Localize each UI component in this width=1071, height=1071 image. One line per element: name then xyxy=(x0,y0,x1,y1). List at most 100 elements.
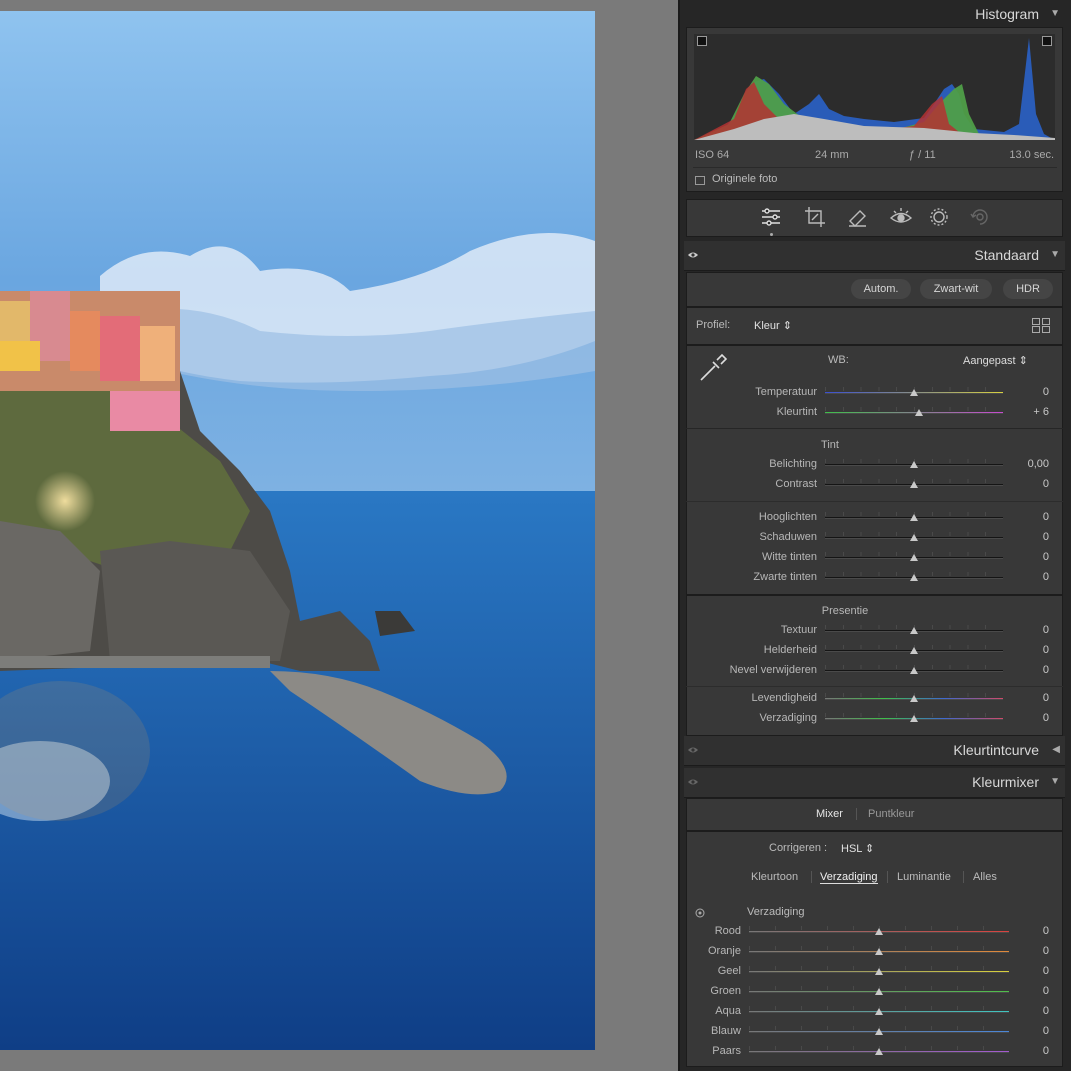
saturation-value[interactable]: 0 xyxy=(1009,712,1049,724)
target-adjust-icon[interactable] xyxy=(695,908,705,918)
texture-label: Textuur xyxy=(780,624,817,636)
highlights-label: Hooglichten xyxy=(758,511,817,523)
exposure-label: Belichting xyxy=(769,458,817,470)
expand-triangle-icon[interactable]: ◀ xyxy=(1052,744,1060,755)
subtab-saturation[interactable]: Verzadiging xyxy=(820,871,878,884)
tone-title: Tint xyxy=(821,439,839,451)
temperature-value[interactable]: 0 xyxy=(1009,386,1049,398)
tint-ticks xyxy=(825,407,1003,411)
masking-icon[interactable] xyxy=(927,205,951,229)
histogram-header[interactable]: Histogram ▼ xyxy=(684,0,1065,30)
wb-value: Aangepast xyxy=(963,355,1016,367)
eyedropper-icon[interactable] xyxy=(697,352,729,384)
tone-curve-header[interactable]: Kleurtintcurve ◀ xyxy=(684,736,1065,766)
redeye-icon[interactable] xyxy=(889,205,913,229)
vibrance-label: Levendigheid xyxy=(751,692,817,704)
mixer-groen-thumb[interactable] xyxy=(875,988,883,995)
mixer-rood-thumb[interactable] xyxy=(875,928,883,935)
temperature-thumb[interactable] xyxy=(910,389,918,396)
whites-value[interactable]: 0 xyxy=(1009,551,1049,563)
subtab-luminance[interactable]: Luminantie xyxy=(897,871,951,883)
mixer-blauw-value[interactable]: 0 xyxy=(1009,1025,1049,1037)
wb-select[interactable]: Aangepast ⇕ xyxy=(963,354,1028,367)
exposure-thumb[interactable] xyxy=(910,461,918,468)
mixer-aqua-value[interactable]: 0 xyxy=(1009,1005,1049,1017)
mixer-blauw-thumb[interactable] xyxy=(875,1028,883,1035)
dehaze-value[interactable]: 0 xyxy=(1009,664,1049,676)
tab-point-color[interactable]: Puntkleur xyxy=(868,808,914,820)
mixer-mode-bar: Mixer Puntkleur xyxy=(686,798,1063,831)
auto-button[interactable]: Autom. xyxy=(851,279,911,299)
mixer-oranje-value[interactable]: 0 xyxy=(1009,945,1049,957)
saturation-thumb[interactable] xyxy=(910,715,918,722)
tool-strip xyxy=(686,199,1063,237)
tint-value[interactable]: + 6 xyxy=(1009,406,1049,418)
mixer-oranje-thumb[interactable] xyxy=(875,948,883,955)
eye-icon[interactable] xyxy=(688,250,698,260)
collapse-triangle-icon[interactable]: ▼ xyxy=(1050,249,1060,260)
bw-button[interactable]: Zwart-wit xyxy=(920,279,992,299)
develop-panel: Histogram ▼ ISO 64 24 mm ƒ / 11 13.0 sec… xyxy=(678,0,1071,1071)
hdr-button[interactable]: HDR xyxy=(1003,279,1053,299)
wb-label: WB: xyxy=(828,354,849,366)
mixer-groen-label: Groen xyxy=(710,985,741,997)
adjust-value: HSL xyxy=(841,843,862,855)
blacks-value[interactable]: 0 xyxy=(1009,571,1049,583)
photo-preview[interactable] xyxy=(0,11,595,1050)
eye-icon[interactable] xyxy=(688,745,698,755)
saturation-label: Verzadiging xyxy=(759,712,818,724)
contrast-thumb[interactable] xyxy=(910,481,918,488)
exposure-value[interactable]: 0,00 xyxy=(1009,458,1049,470)
subtab-all[interactable]: Alles xyxy=(973,871,997,883)
profile-browser-icon[interactable] xyxy=(1032,318,1050,333)
clip-shadows-icon[interactable] xyxy=(697,36,707,46)
eye-icon[interactable] xyxy=(688,777,698,787)
collapse-triangle-icon[interactable]: ▼ xyxy=(1050,776,1060,787)
vibrance-value[interactable]: 0 xyxy=(1009,692,1049,704)
mixer-geel-label: Geel xyxy=(717,965,741,977)
mixer-rood-value[interactable]: 0 xyxy=(1009,925,1049,937)
contrast-value[interactable]: 0 xyxy=(1009,478,1049,490)
edit-sliders-icon[interactable] xyxy=(759,205,783,229)
vibrance-thumb[interactable] xyxy=(910,695,918,702)
mixer-geel-value[interactable]: 0 xyxy=(1009,965,1049,977)
mixer-groen-value[interactable]: 0 xyxy=(1009,985,1049,997)
histogram-title: Histogram xyxy=(975,6,1039,22)
clarity-value[interactable]: 0 xyxy=(1009,644,1049,656)
mixer-paars-thumb[interactable] xyxy=(875,1048,883,1055)
color-mixer-header[interactable]: Kleurmixer ▼ xyxy=(684,768,1065,798)
tab-mixer[interactable]: Mixer xyxy=(816,808,843,820)
mixer-paars-value[interactable]: 0 xyxy=(1009,1045,1049,1057)
standaard-title: Standaard xyxy=(974,247,1039,263)
highlights-thumb[interactable] xyxy=(910,514,918,521)
crop-icon[interactable] xyxy=(803,205,827,229)
mixer-geel-thumb[interactable] xyxy=(875,968,883,975)
standaard-header[interactable]: Standaard ▼ xyxy=(684,241,1065,271)
dehaze-thumb[interactable] xyxy=(910,667,918,674)
histogram-box: ISO 64 24 mm ƒ / 11 13.0 sec. Originele … xyxy=(686,27,1063,192)
shadows-thumb[interactable] xyxy=(910,534,918,541)
mixer-aqua-thumb[interactable] xyxy=(875,1008,883,1015)
whites-thumb[interactable] xyxy=(910,554,918,561)
texture-value[interactable]: 0 xyxy=(1009,624,1049,636)
texture-thumb[interactable] xyxy=(910,627,918,634)
clarity-thumb[interactable] xyxy=(910,647,918,654)
clip-highlights-icon[interactable] xyxy=(1042,36,1052,46)
tint-thumb[interactable] xyxy=(915,409,924,416)
aperture: ƒ / 11 xyxy=(909,149,936,161)
histogram-graph xyxy=(694,34,1055,140)
tint-slider[interactable] xyxy=(825,412,1003,414)
blacks-thumb[interactable] xyxy=(910,574,918,581)
dehaze-label: Nevel verwijderen xyxy=(729,664,817,676)
shadows-value[interactable]: 0 xyxy=(1009,531,1049,543)
clarity-label: Helderheid xyxy=(763,644,817,656)
subtab-hue[interactable]: Kleurtoon xyxy=(751,871,798,883)
history-icon[interactable] xyxy=(968,205,992,229)
healing-icon[interactable] xyxy=(846,205,870,229)
original-photo-checkbox[interactable] xyxy=(695,176,705,185)
collapse-triangle-icon[interactable]: ▼ xyxy=(1050,8,1060,19)
temperature-label: Temperatuur xyxy=(755,386,817,398)
highlights-value[interactable]: 0 xyxy=(1009,511,1049,523)
profile-select[interactable]: Kleur ⇕ xyxy=(754,319,792,332)
adjust-select[interactable]: HSL ⇕ xyxy=(841,842,874,855)
